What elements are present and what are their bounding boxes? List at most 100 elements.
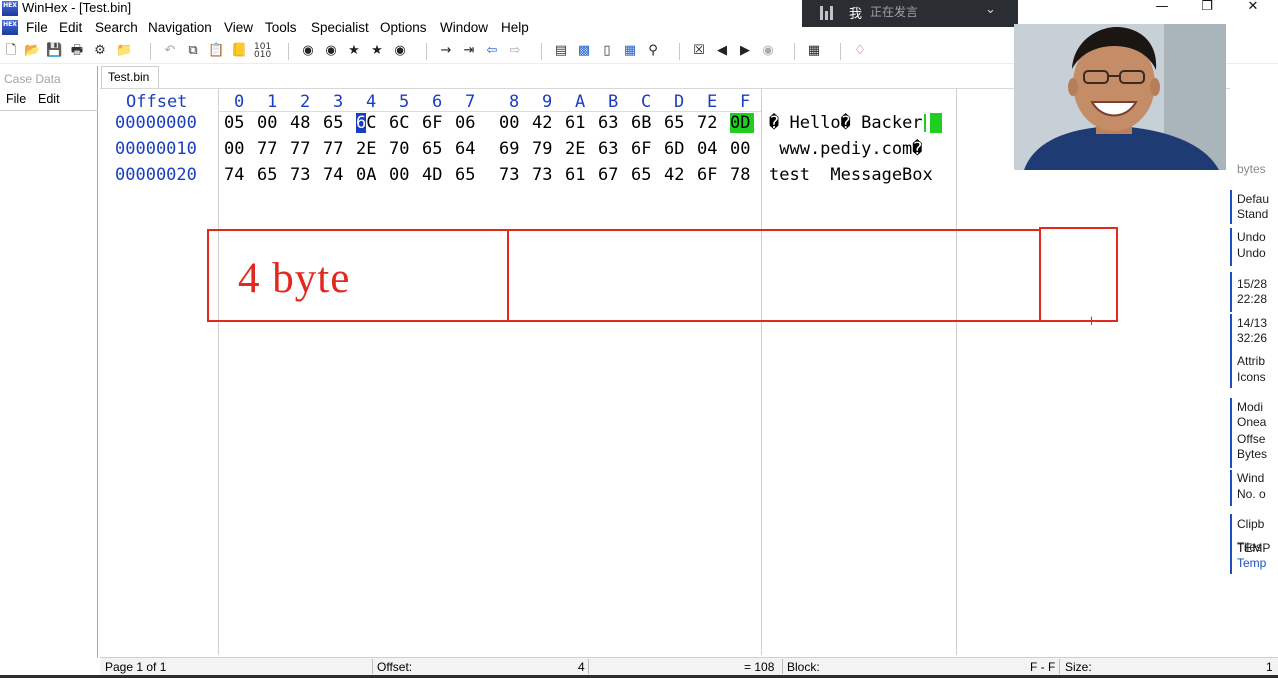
hex-byte[interactable]: 6C: [389, 113, 413, 133]
hex-byte[interactable]: 70: [389, 139, 413, 159]
hex-byte[interactable]: 42: [532, 113, 556, 133]
hex-byte[interactable]: 42: [664, 165, 688, 185]
hex-byte[interactable]: 65: [664, 113, 688, 133]
hex-byte[interactable]: 00: [499, 113, 523, 133]
hex-byte[interactable]: 65: [422, 139, 446, 159]
hex-byte[interactable]: 78: [730, 165, 754, 185]
drive-icon[interactable]: ▯: [599, 43, 615, 59]
hex-byte[interactable]: 6B: [631, 113, 655, 133]
hex-byte[interactable]: 73: [499, 165, 523, 185]
hex-byte[interactable]: 63: [598, 113, 622, 133]
case-menu-file[interactable]: File: [6, 92, 26, 106]
hex-byte[interactable]: 0A: [356, 165, 380, 185]
goto-offset-icon[interactable]: →: [438, 43, 454, 59]
properties-icon[interactable]: ⚙: [92, 43, 108, 59]
open-folder-2-icon[interactable]: 📁: [116, 43, 132, 59]
zoom-icon[interactable]: ⚲: [645, 43, 661, 59]
hex-byte[interactable]: 61: [565, 113, 589, 133]
hex-byte[interactable]: 65: [323, 113, 347, 133]
disk-icon[interactable]: ▤: [553, 43, 569, 59]
find-again-icon[interactable]: ◉: [392, 43, 408, 59]
hex-byte[interactable]: 4D: [422, 165, 446, 185]
hex-byte[interactable]: 2E: [356, 139, 380, 159]
hex-byte[interactable]: 65: [257, 165, 281, 185]
menu-window[interactable]: Window: [440, 19, 488, 37]
hex-byte[interactable]: 00: [257, 113, 281, 133]
replace-icon[interactable]: ★: [346, 43, 362, 59]
hex-byte-highlighted[interactable]: 0D: [730, 113, 754, 133]
menu-help[interactable]: Help: [501, 19, 529, 37]
next-icon[interactable]: ▶: [737, 43, 753, 59]
hex-byte[interactable]: 00: [224, 139, 248, 159]
menu-tools[interactable]: Tools: [265, 19, 297, 37]
paste-special-icon[interactable]: 📒: [231, 43, 247, 59]
hex-byte[interactable]: 67: [598, 165, 622, 185]
menu-specialist[interactable]: Specialist: [311, 19, 369, 37]
hex-byte-cursor[interactable]: 6C: [356, 113, 380, 133]
menu-file[interactable]: File: [26, 19, 48, 37]
hex-byte[interactable]: 73: [532, 165, 556, 185]
hex-byte[interactable]: 74: [323, 165, 347, 185]
document-menu-icon[interactable]: HEX: [2, 20, 18, 35]
binary-icon[interactable]: 101 010: [254, 43, 271, 60]
hex-byte[interactable]: 48: [290, 113, 314, 133]
menu-view[interactable]: View: [224, 19, 253, 37]
hex-byte[interactable]: 74: [224, 165, 248, 185]
hex-byte[interactable]: 65: [455, 165, 479, 185]
hex-byte[interactable]: 64: [455, 139, 479, 159]
ram-icon[interactable]: ▩: [576, 43, 592, 59]
cursor-low-nibble[interactable]: C: [366, 113, 376, 133]
menu-search[interactable]: Search: [95, 19, 138, 37]
copy-icon[interactable]: ⧉: [185, 43, 201, 59]
hex-byte[interactable]: 77: [290, 139, 314, 159]
ascii-text-post[interactable]: lo� Backer: [820, 113, 922, 133]
cursor-nibble[interactable]: 6: [356, 113, 367, 133]
previous-icon[interactable]: ◀: [714, 43, 730, 59]
goto-page-icon[interactable]: ⇥: [461, 43, 477, 59]
hex-byte[interactable]: 6D: [664, 139, 688, 159]
help-book-icon[interactable]: ♢: [852, 43, 868, 59]
hex-byte[interactable]: 63: [598, 139, 622, 159]
find-icon[interactable]: ◉: [300, 43, 316, 59]
hex-byte[interactable]: 73: [290, 165, 314, 185]
ascii-text[interactable]: www.pediy.com�: [769, 139, 922, 159]
hex-byte[interactable]: 69: [499, 139, 523, 159]
forward-icon[interactable]: ⇨: [507, 43, 523, 59]
new-file-icon[interactable]: 🗋: [3, 43, 19, 59]
ascii-text-pre[interactable]: � Hel: [769, 113, 820, 133]
hex-byte[interactable]: 61: [565, 165, 589, 185]
menu-edit[interactable]: Edit: [59, 19, 82, 37]
hex-byte[interactable]: 6F: [422, 113, 446, 133]
hex-byte[interactable]: 05: [224, 113, 248, 133]
case-menu-edit[interactable]: Edit: [38, 92, 60, 106]
hex-byte[interactable]: 00: [389, 165, 413, 185]
close-file-icon[interactable]: ☒: [691, 43, 707, 59]
hex-byte[interactable]: 72: [697, 113, 721, 133]
minimize-icon[interactable]: —: [1139, 0, 1185, 16]
hex-byte[interactable]: 00: [730, 139, 754, 159]
back-icon[interactable]: ⇦: [484, 43, 500, 59]
calculator-icon[interactable]: ▦: [622, 43, 638, 59]
menu-navigation[interactable]: Navigation: [148, 19, 212, 37]
chevron-down-icon[interactable]: ⌄: [985, 2, 996, 17]
hex-byte[interactable]: 04: [697, 139, 721, 159]
restore-icon[interactable]: ❐: [1184, 0, 1230, 16]
print-icon[interactable]: 🖶: [69, 43, 85, 59]
find-hex-icon[interactable]: ◉: [323, 43, 339, 59]
hex-byte[interactable]: 79: [532, 139, 556, 159]
undo-icon[interactable]: ↶: [162, 43, 178, 59]
ascii-text[interactable]: test MessageBox: [769, 165, 933, 185]
replace-hex-icon[interactable]: ★: [369, 43, 385, 59]
snapshot-icon[interactable]: ◉: [760, 43, 776, 59]
paste-icon[interactable]: 📋: [208, 43, 224, 59]
menu-options[interactable]: Options: [380, 19, 427, 37]
hex-byte[interactable]: 65: [631, 165, 655, 185]
hex-byte[interactable]: 2E: [565, 139, 589, 159]
ascii-text[interactable]: � Hello� Backer: [769, 113, 942, 133]
tab-test-bin[interactable]: Test.bin: [101, 66, 159, 88]
hex-byte[interactable]: 6F: [697, 165, 721, 185]
hex-byte[interactable]: 06: [455, 113, 479, 133]
hex-byte[interactable]: 77: [323, 139, 347, 159]
table-icon[interactable]: ▦: [806, 43, 822, 59]
hex-byte[interactable]: 77: [257, 139, 281, 159]
